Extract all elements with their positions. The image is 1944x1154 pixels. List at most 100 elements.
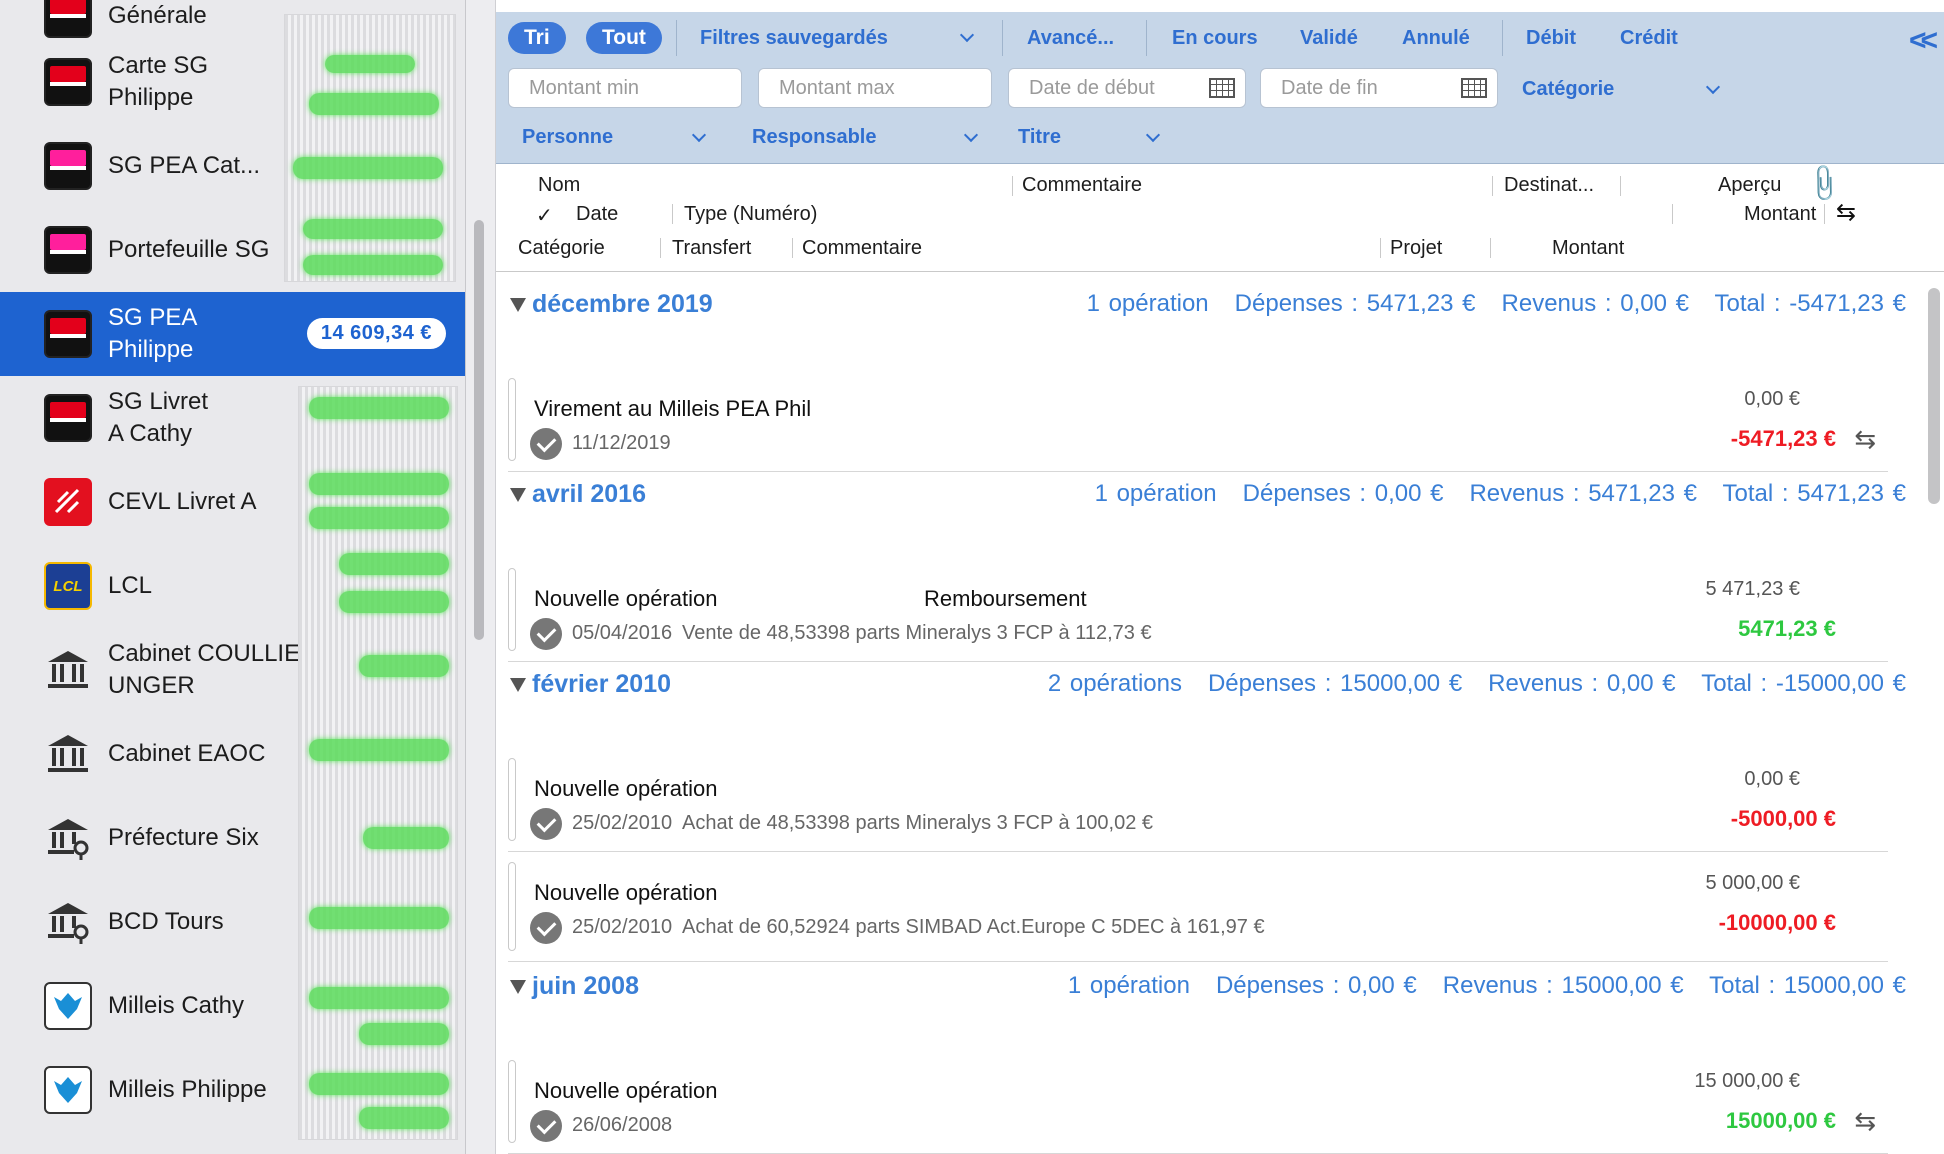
disclosure-triangle-icon[interactable] [510, 488, 526, 502]
col-date[interactable]: Date [576, 203, 618, 226]
transfer-arrows-icon[interactable]: ⇆ [1854, 424, 1876, 455]
sidebar-account-sg-pea-philippe[interactable]: SG PEA Philippe 14 609,34 € [0, 292, 465, 376]
pending-filter[interactable]: En cours [1172, 27, 1258, 50]
redacted-balances [284, 14, 456, 282]
bank-building-icon [44, 730, 92, 778]
divider [1380, 238, 1381, 258]
transaction-row[interactable]: Nouvelle opération 25/02/2010 Achat de 4… [508, 748, 1888, 852]
col-project[interactable]: Projet [1390, 237, 1442, 260]
cancelled-filter[interactable]: Annulé [1402, 27, 1470, 50]
month-group-header[interactable]: juin 2008 1 opération Dépenses : 0,00 € … [506, 964, 1906, 1016]
col-amount-2[interactable]: Montant [1552, 237, 1624, 260]
amount-min-field[interactable]: Montant min [508, 68, 742, 108]
account-balance-badge: 14 609,34 € [306, 318, 446, 349]
calendar-icon[interactable] [1209, 78, 1235, 98]
sg-pink-bank-icon [44, 142, 92, 190]
month-group-header[interactable]: février 2010 2 opérations Dépenses : 150… [506, 662, 1906, 714]
divider [676, 20, 677, 56]
disclosure-triangle-icon[interactable] [510, 678, 526, 692]
transaction-row[interactable]: Nouvelle opération 25/02/2010 Achat de 6… [508, 852, 1888, 962]
col-preview[interactable]: Aperçu [1718, 174, 1781, 197]
col-type[interactable]: Type (Numéro) [684, 203, 817, 226]
col-comment[interactable]: Commentaire [1022, 174, 1142, 197]
sg-bank-icon [44, 0, 92, 38]
advanced-filter[interactable]: Avancé... [1027, 27, 1114, 50]
transaction-date: 25/02/2010 [572, 916, 673, 938]
title-dropdown[interactable]: Titre [1018, 126, 1061, 149]
chevron-down-icon[interactable] [691, 127, 707, 143]
transaction-balance: 0,00 € [1744, 768, 1800, 790]
group-summary: 2 opérations Dépenses : 15000,00 € Reven… [1047, 670, 1906, 697]
col-check[interactable]: ✓ [536, 203, 553, 228]
group-summary: 1 opération Dépenses : 0,00 € Revenus : … [1094, 480, 1906, 507]
month-group-header[interactable]: décembre 2019 1 opération Dépenses : 547… [506, 282, 1906, 334]
collapse-panel-icon[interactable]: << [1909, 24, 1938, 58]
sidebar-scrollbar[interactable] [474, 220, 484, 640]
transfer-arrows-icon[interactable]: ⇆ [1836, 198, 1856, 227]
transaction-balance: 15 000,00 € [1694, 1070, 1800, 1092]
account-name: Générale [108, 2, 207, 29]
transfer-arrows-icon[interactable]: ⇆ [1854, 1106, 1876, 1137]
divider [672, 204, 673, 224]
col-name[interactable]: Nom [538, 174, 580, 197]
bank-key-icon [44, 898, 92, 946]
account-name: SG PEA Cat... [108, 152, 261, 179]
date-end-field[interactable]: Date de fin [1260, 68, 1498, 108]
validated-check-icon[interactable] [530, 428, 562, 460]
amount-max-field[interactable]: Montant max [758, 68, 992, 108]
account-name: Portefeuille SG [108, 236, 270, 263]
saved-filters-dropdown[interactable]: Filtres sauvegardés [700, 27, 888, 50]
col-comment-2[interactable]: Commentaire [802, 237, 922, 260]
divider [1672, 204, 1673, 224]
group-month: février 2010 [532, 670, 672, 698]
divider [1502, 20, 1503, 56]
divider [1146, 20, 1147, 56]
transaction-name: Nouvelle opération [534, 776, 718, 801]
debit-filter[interactable]: Débit [1526, 27, 1576, 50]
all-chip[interactable]: Tout [586, 22, 662, 54]
chevron-down-icon[interactable] [1145, 127, 1161, 143]
account-name: Préfecture Six [108, 824, 259, 851]
transactions-list: décembre 2019 1 opération Dépenses : 547… [496, 272, 1944, 1154]
col-transfer[interactable]: Transfert [672, 237, 751, 260]
month-group-header[interactable]: avril 2016 1 opération Dépenses : 0,00 €… [506, 472, 1906, 524]
list-scrollbar[interactable] [1928, 288, 1940, 504]
chevron-down-icon[interactable] [1705, 79, 1721, 95]
row-status-bar [508, 378, 516, 461]
person-dropdown[interactable]: Personne [522, 126, 613, 149]
group-month: avril 2016 [532, 480, 646, 508]
redacted-balances [298, 386, 458, 1140]
transaction-row[interactable]: Virement au Milleis PEA Phil 11/12/2019 … [508, 368, 1888, 472]
validated-filter[interactable]: Validé [1300, 27, 1358, 50]
account-name: Milleis Philippe [108, 1076, 267, 1103]
sg-pink-bank-icon [44, 226, 92, 274]
transaction-row[interactable]: Nouvelle opération 26/06/2008 15 000,00 … [508, 1050, 1888, 1154]
chevron-down-icon[interactable] [959, 27, 975, 43]
calendar-icon[interactable] [1461, 78, 1487, 98]
credit-filter[interactable]: Crédit [1620, 27, 1678, 50]
sort-chip[interactable]: Tri [508, 22, 566, 54]
group-month: juin 2008 [532, 972, 639, 1000]
validated-check-icon[interactable] [530, 912, 562, 944]
transaction-row[interactable]: Nouvelle opération Remboursement 05/04/2… [508, 558, 1888, 662]
group-month: décembre 2019 [532, 290, 713, 318]
sg-bank-icon [44, 58, 92, 106]
col-destination[interactable]: Destinat... [1504, 174, 1594, 197]
validated-check-icon[interactable] [530, 618, 562, 650]
chevron-down-icon[interactable] [963, 127, 979, 143]
disclosure-triangle-icon[interactable] [510, 980, 526, 994]
col-amount[interactable]: Montant [1744, 203, 1816, 226]
transaction-balance: 0,00 € [1744, 388, 1800, 410]
category-dropdown[interactable]: Catégorie [1522, 78, 1614, 101]
column-header: Nom Commentaire Destinat... Aperçu 📎 ✓ D… [496, 161, 1944, 272]
validated-check-icon[interactable] [530, 808, 562, 840]
col-category[interactable]: Catégorie [518, 237, 605, 260]
validated-check-icon[interactable] [530, 1110, 562, 1142]
disclosure-triangle-icon[interactable] [510, 298, 526, 312]
transaction-amount: 15000,00 € [1725, 1108, 1836, 1133]
date-start-field[interactable]: Date de début [1008, 68, 1246, 108]
bank-building-icon [44, 646, 92, 694]
transaction-name: Virement au Milleis PEA Phil [534, 396, 812, 421]
responsible-dropdown[interactable]: Responsable [752, 126, 876, 149]
date-start-placeholder: Date de début [1029, 77, 1155, 99]
